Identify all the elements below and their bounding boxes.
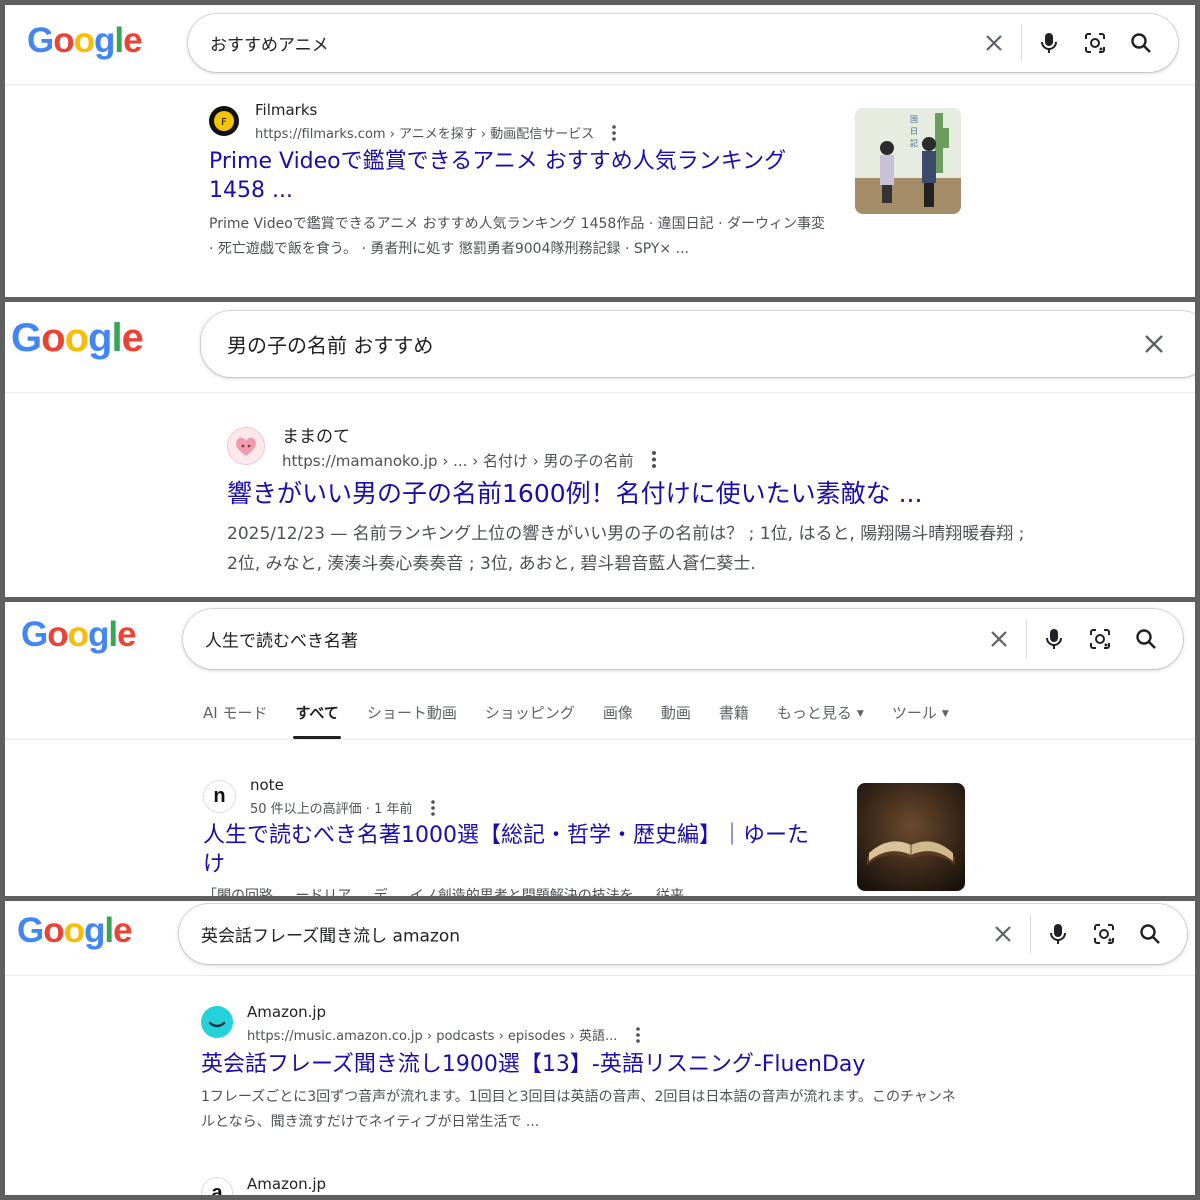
search-input[interactable]: 男の子の名前 おすすめ (227, 330, 433, 359)
search-icon[interactable] (1123, 619, 1169, 659)
close-icon[interactable] (976, 619, 1022, 659)
screenshot-panel-books: Google 人生で読むべき名著 AI モード すべて ショート動画 ショッピン… (5, 602, 1195, 896)
result-meta-text: 50 件以上の高評価 · 1 年前 (250, 802, 413, 817)
svg-text:国: 国 (910, 115, 918, 124)
kebab-icon[interactable] (652, 451, 657, 472)
camera-lens-icon[interactable] (1072, 23, 1118, 63)
search-icon[interactable] (1118, 23, 1164, 63)
result-url[interactable]: https://filmarks.com › アニメを探す › 動画配信サービス (255, 123, 617, 145)
tab-tools[interactable]: ツール ▼ (892, 702, 949, 723)
tab-more[interactable]: もっと見る ▼ (777, 702, 864, 723)
svg-text:F: F (221, 117, 227, 128)
search-box[interactable]: おすすめアニメ (188, 14, 1178, 72)
result-url-text: https://music.amazon.co.jp › podcasts › … (247, 1029, 618, 1044)
search-input[interactable]: 英会話フレーズ聞き流し amazon (201, 922, 460, 947)
note-favicon-letter: n (213, 785, 226, 807)
google-logo[interactable]: Google (21, 615, 137, 655)
microphone-icon[interactable] (1026, 23, 1072, 63)
screenshot-panel-english: Google 英会話フレーズ聞き流し amazon Amazon.jp http… (5, 901, 1195, 1195)
microphone-icon[interactable] (1035, 914, 1081, 954)
search-box[interactable]: 人生で読むべき名著 (183, 609, 1183, 669)
result-snippet: 1フレーズごとに3回ずつ音声が流れます。1回目と3回目は英語の音声、2回目は日本… (201, 1089, 956, 1130)
caret-down-icon: ▼ (856, 708, 864, 719)
search-tabs: AI モード すべて ショート動画 ショッピング 画像 動画 書籍 もっと見る ▼… (203, 702, 977, 739)
amazon-music-favicon (201, 1006, 233, 1038)
tab-images[interactable]: 画像 (603, 702, 633, 723)
result-snippet-line-1: 2025/12/23 — 名前ランキング上位の響きがいい男の子の名前は？ ; 1… (227, 524, 1025, 544)
caret-down-icon: ▼ (941, 708, 949, 719)
search-divider (1021, 24, 1022, 62)
result-url-text: https://filmarks.com › アニメを探す › 動画配信サービス (255, 127, 595, 142)
result-title-link[interactable]: 響きがいい男の子の名前1600例！名付けに使いたい素敵な ... (227, 478, 1127, 511)
header-divider (5, 84, 1195, 85)
tab-all[interactable]: すべて (293, 702, 342, 739)
amazon-favicon: a (201, 1177, 233, 1195)
header-divider (5, 975, 1195, 976)
kebab-icon[interactable] (430, 799, 435, 820)
google-logo[interactable]: Google (27, 21, 143, 61)
result-snippet: Prime Videoで鑑賞できるアニメ おすすめ人気ランキング 1458作品 … (209, 216, 826, 257)
tab-more-label: もっと見る (776, 704, 852, 722)
header-divider (5, 392, 1195, 393)
filmarks-favicon: F (209, 106, 239, 136)
google-logo[interactable]: Google (11, 316, 144, 361)
kebab-icon[interactable] (635, 1026, 640, 1047)
result-meta[interactable]: 50 件以上の高評価 · 1 年前 (250, 798, 435, 820)
svg-text:日: 日 (910, 127, 918, 136)
tabs-divider (5, 739, 1195, 740)
search-input[interactable]: おすすめアニメ (210, 31, 329, 56)
amazon-favicon-letter: a (211, 1181, 223, 1196)
result-site-name[interactable]: ままのて (282, 422, 350, 447)
screenshot-panel-anime: Google おすすめアニメ F Filmarks https://filmar… (5, 5, 1195, 297)
mamanote-favicon (227, 427, 265, 465)
tab-ai-mode[interactable]: AI モード (203, 702, 267, 723)
next-result-site-name[interactable]: Amazon.jp (247, 1175, 326, 1193)
result-site-name[interactable]: note (250, 776, 284, 794)
close-icon[interactable] (1131, 324, 1177, 364)
tab-shopping[interactable]: ショッピング (485, 702, 575, 723)
close-icon[interactable] (971, 23, 1017, 63)
tab-tools-label: ツール (891, 704, 937, 722)
camera-lens-icon[interactable] (1081, 914, 1127, 954)
result-snippet-cut: 「闇の回路 ... ードリア ... デ ... イノ創造的思考と問題解決の技法… (203, 888, 685, 896)
search-icon[interactable] (1127, 914, 1173, 954)
tab-short-videos[interactable]: ショート動画 (367, 702, 457, 723)
screenshot-panel-boy-names: Google 男の子の名前 おすすめ ままのて https://mamanoko… (5, 302, 1195, 597)
search-box[interactable]: 英会話フレーズ聞き流し amazon (179, 904, 1187, 964)
result-url[interactable]: https://music.amazon.co.jp › podcasts › … (247, 1025, 640, 1047)
search-input[interactable]: 人生で読むべき名著 (205, 627, 358, 652)
book-thumbnail[interactable] (857, 783, 965, 891)
result-title-link[interactable]: Prime Videoで鑑賞できるアニメ おすすめ人気ランキング 1458 ..… (209, 148, 829, 205)
search-box[interactable]: 男の子の名前 おすすめ (201, 311, 1195, 377)
note-favicon: n (203, 780, 236, 813)
tab-videos[interactable]: 動画 (661, 702, 691, 723)
microphone-icon[interactable] (1031, 619, 1077, 659)
tab-books[interactable]: 書籍 (719, 702, 749, 723)
anime-thumbnail[interactable]: 国 日 記 (855, 108, 961, 214)
search-divider (1026, 620, 1027, 658)
result-title-link[interactable]: 人生で読むべき名著1000選【総記・哲学・歴史編】｜ゆーたけ (203, 822, 828, 879)
result-url-text: https://mamanoko.jp › ... › 名付け › 男の子の名前 (282, 452, 634, 470)
svg-text:記: 記 (910, 138, 918, 148)
result-site-name[interactable]: Filmarks (255, 101, 317, 119)
result-snippet-line-2: 2位, みなと, 湊湊斗奏心奏奏音 ; 3位, あおと, 碧斗碧音藍人蒼仁葵士. (227, 554, 756, 574)
search-divider (1030, 915, 1031, 953)
result-site-name[interactable]: Amazon.jp (247, 1003, 326, 1021)
result-url[interactable]: https://mamanoko.jp › ... › 名付け › 男の子の名前 (282, 450, 657, 472)
google-logo[interactable]: Google (17, 911, 133, 951)
camera-lens-icon[interactable] (1077, 619, 1123, 659)
kebab-icon[interactable] (612, 124, 617, 145)
result-title-link[interactable]: 英会話フレーズ聞き流し1900選【13】-英語リスニング-FluenDay (201, 1051, 1101, 1080)
close-icon[interactable] (980, 914, 1026, 954)
